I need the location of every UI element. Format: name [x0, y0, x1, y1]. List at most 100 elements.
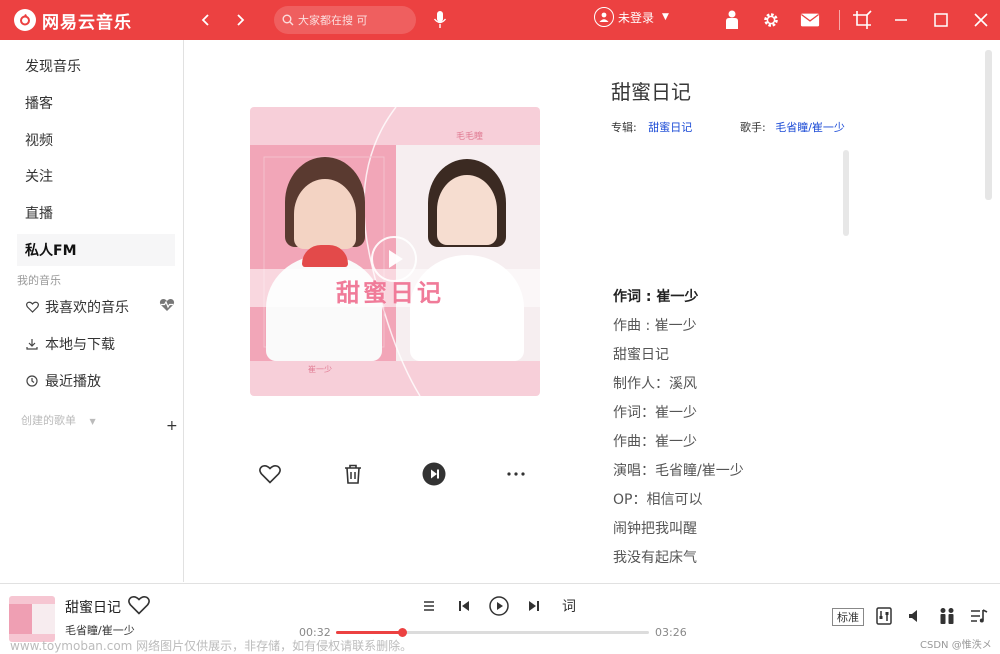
- login-button[interactable]: 未登录 ▼: [594, 7, 669, 27]
- playlist-mode-button[interactable]: [418, 595, 440, 617]
- maximize-icon: [934, 13, 948, 27]
- artist-meta: 歌手: 毛省瞳/崔一少: [740, 119, 845, 135]
- list-icon: [424, 601, 434, 611]
- queue-icon: [971, 609, 988, 623]
- cover-person-right-face: [437, 175, 497, 245]
- app-name: 网易云音乐: [42, 12, 132, 33]
- lyric-line: 闹钟把我叫醒: [613, 521, 697, 537]
- close-icon: [974, 13, 988, 27]
- player-bar: 甜蜜日记 毛省瞳/崔一少 词 00:32 03:26 标准 www.toymob…: [0, 583, 1000, 654]
- lyrics-scrollbar[interactable]: [843, 150, 849, 236]
- previous-button[interactable]: [453, 595, 475, 617]
- album-link[interactable]: 甜蜜日记: [648, 121, 692, 134]
- player-like-button[interactable]: [128, 595, 150, 617]
- sound-effect-button[interactable]: [874, 606, 894, 626]
- search-icon: [282, 14, 294, 26]
- gear-icon: [764, 13, 778, 27]
- volume-icon: [909, 610, 917, 622]
- sidebar-item-discover[interactable]: 发现音乐: [17, 50, 175, 82]
- lyric-line: 作词：崔一少: [613, 405, 697, 421]
- lyric-line: 作词 : 崔一少: [613, 289, 699, 305]
- close-button[interactable]: [971, 10, 991, 30]
- play-pause-button[interactable]: [488, 595, 510, 617]
- minimize-icon: [895, 19, 907, 21]
- sidebar-item-local-downloads[interactable]: 本地与下载: [17, 329, 175, 359]
- next-button[interactable]: [523, 595, 545, 617]
- sidebar-item-label: 视频: [25, 133, 53, 149]
- search-box[interactable]: [274, 6, 416, 34]
- sidebar-item-recent[interactable]: 最近播放: [17, 366, 175, 396]
- create-playlist-button[interactable]: +: [166, 418, 178, 434]
- lyric-line: 作曲：崔一少: [613, 434, 697, 450]
- mini-mode-button[interactable]: [852, 10, 872, 30]
- next-song-button[interactable]: [421, 461, 447, 487]
- heart-outline-icon: [128, 596, 150, 615]
- lyric-line: 制作人：溪风: [613, 376, 697, 392]
- voice-search-button[interactable]: [430, 8, 450, 32]
- cover-watermelon: [302, 245, 348, 267]
- chevron-left-icon: [201, 14, 209, 26]
- progress-bar[interactable]: [336, 628, 649, 637]
- main-scrollbar[interactable]: [985, 50, 992, 200]
- minimize-button[interactable]: [891, 10, 911, 30]
- watermark-text: www.toymoban.com 网络图片仅供展示，非存储，如有侵权请联系删除。: [10, 639, 413, 653]
- sidebar-item-personal-fm[interactable]: 私人FM: [17, 234, 175, 266]
- person-icon: [726, 10, 738, 29]
- personal-fm-panel: 甜蜜日记 毛毛瞳 崔一少 甜蜜日记 专辑: 甜蜜日记 歌手: 毛省瞳/崔一少 作…: [185, 40, 1000, 582]
- lyric-line: 演唱：毛省瞳/崔一少: [613, 463, 744, 479]
- artist-link[interactable]: 毛省瞳/崔一少: [775, 121, 845, 134]
- sidebar-item-label: 播客: [25, 96, 53, 112]
- download-icon: [25, 338, 39, 350]
- quality-button[interactable]: 标准: [832, 608, 864, 626]
- sidebar-item-label: 最近播放: [45, 374, 101, 390]
- settings-button[interactable]: [761, 10, 781, 30]
- listen-together-button[interactable]: [937, 606, 957, 626]
- volume-button[interactable]: [905, 606, 925, 626]
- more-button[interactable]: [503, 461, 529, 487]
- microphone-icon: [433, 11, 447, 28]
- mail-icon: [800, 13, 820, 27]
- playback-controls: 词: [418, 595, 593, 617]
- sidebar-item-video[interactable]: 视频: [17, 124, 175, 156]
- messages-button[interactable]: [800, 10, 820, 30]
- chevron-right-icon: [237, 14, 245, 26]
- title-bar: 网易云音乐 未登录 ▼: [0, 0, 1000, 40]
- caret-down-icon: ▼: [662, 12, 669, 22]
- lyric-toggle-button[interactable]: 词: [558, 595, 580, 617]
- sidebar-item-follow[interactable]: 关注: [17, 160, 175, 192]
- back-button[interactable]: [194, 8, 218, 32]
- like-button[interactable]: [257, 461, 283, 487]
- heartbeat-icon: [159, 299, 175, 311]
- now-playing-artist[interactable]: 毛省瞳/崔一少: [65, 622, 135, 638]
- sidebar-item-live[interactable]: 直播: [17, 197, 175, 229]
- top-toolbar: [722, 0, 1000, 40]
- trash-button[interactable]: [340, 461, 366, 487]
- search-input[interactable]: [298, 13, 408, 27]
- progress-fill: [336, 631, 402, 634]
- now-playing-title[interactable]: 甜蜜日记: [65, 597, 121, 617]
- user-label: 未登录: [618, 10, 655, 25]
- forward-button[interactable]: [228, 8, 252, 32]
- app-logo[interactable]: 网易云音乐: [14, 8, 194, 33]
- lyric-line: 作曲 : 崔一少: [613, 318, 697, 334]
- sidebar-item-liked-music[interactable]: 我喜欢的音乐: [17, 292, 175, 322]
- now-playing-thumbnail[interactable]: [9, 596, 55, 642]
- more-icon: [507, 472, 525, 476]
- play-icon: [389, 250, 403, 268]
- queue-button[interactable]: [969, 606, 989, 626]
- created-playlists-heading[interactable]: 创建的歌单 ▼: [21, 412, 96, 428]
- cover-play-button[interactable]: [371, 236, 417, 282]
- thumbnail-left: [9, 604, 32, 634]
- sidebar-item-podcast[interactable]: 播客: [17, 87, 175, 119]
- album-cover[interactable]: 甜蜜日记 毛毛瞳 崔一少: [250, 107, 540, 396]
- maximize-button[interactable]: [931, 10, 951, 30]
- song-title: 甜蜜日记: [611, 80, 691, 104]
- sidebar-item-label: 私人FM: [25, 243, 77, 259]
- progress-knob[interactable]: [397, 628, 407, 637]
- skip-next-icon: [422, 462, 446, 486]
- lyric-line: 我没有起床气: [613, 550, 697, 566]
- lyric-line: OP：相信可以: [613, 492, 703, 508]
- heartbeat-mode-button[interactable]: [159, 298, 175, 316]
- clothes-button[interactable]: [722, 10, 742, 30]
- sidebar-item-label: 关注: [25, 169, 53, 185]
